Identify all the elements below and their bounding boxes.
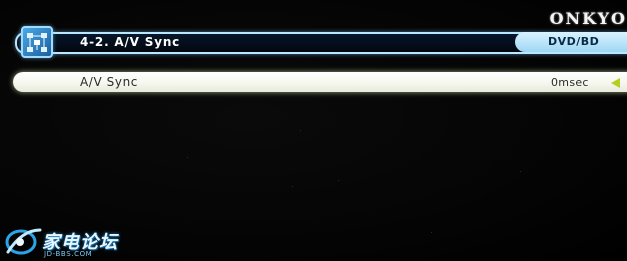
speaker-grid-icon <box>21 26 53 58</box>
source-label: DVD/BD <box>548 35 600 48</box>
brand-logo: ONKYO <box>549 9 627 28</box>
left-arrow-icon[interactable] <box>611 78 620 88</box>
av-receiver-osd-screen: ONKYO 4-2. A/V Sync DVD/BD A/V Sync 0mse… <box>0 0 627 261</box>
swoosh-icon <box>5 228 42 255</box>
noise-dot <box>187 157 188 158</box>
noise-dot <box>338 180 339 181</box>
noise-dot <box>300 130 301 131</box>
noise-dot <box>520 171 521 172</box>
watermark-subtitle: JD-BBS.COM <box>44 250 93 258</box>
menu-title: 4-2. A/V Sync <box>80 35 181 49</box>
watermark-logo: 家电论坛 JD-BBS.COM <box>4 222 134 260</box>
noise-dot <box>292 186 293 187</box>
noise-dot <box>431 232 432 233</box>
speaker-grid-graphic <box>27 33 47 52</box>
av-sync-label: A/V Sync <box>80 75 138 89</box>
av-sync-value[interactable]: 0msec <box>551 76 589 90</box>
